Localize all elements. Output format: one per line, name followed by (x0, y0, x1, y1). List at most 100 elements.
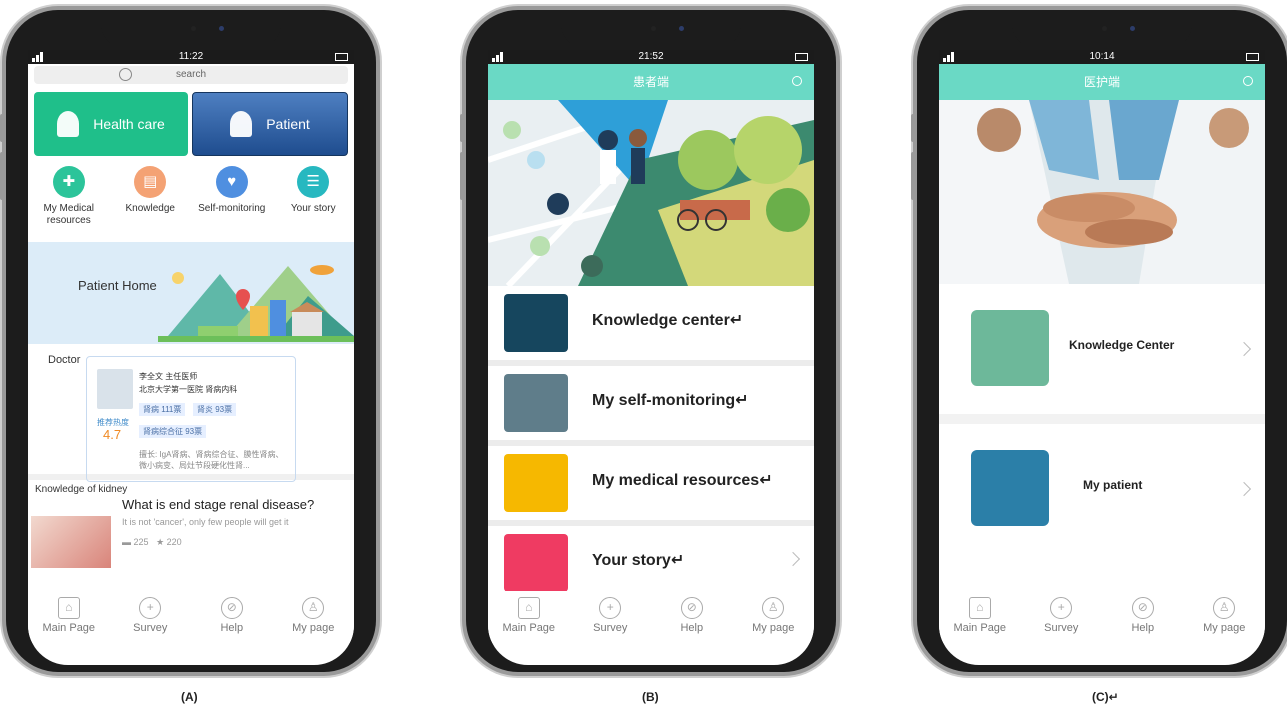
doctor-name-title: 李全文 主任医师 (139, 372, 198, 381)
bottom-nav: ⌂ Main Page + Survey ⊘ Help ♙ My page (488, 591, 814, 643)
nav-label: Main Page (502, 622, 556, 634)
stethoscope-icon (504, 374, 568, 432)
search-icon[interactable] (1243, 76, 1253, 86)
medical-resources-icon: ✚ (52, 166, 85, 198)
feature-label: Self-monitoring (198, 203, 266, 214)
search-icon[interactable] (792, 76, 802, 86)
compass-icon: ⊘ (1131, 597, 1154, 619)
status-time: 21:52 (638, 51, 664, 62)
home-icon: ⌂ (517, 597, 540, 619)
notch (561, 10, 741, 48)
knowledge-center-row[interactable]: Knowledge center↵ (488, 286, 814, 366)
doctor-section-label: Doctor (48, 354, 81, 366)
article-title: What is end stage renal disease? (122, 497, 315, 512)
hearts-icon (504, 534, 568, 592)
nav-help[interactable]: ⊘ Help (1103, 591, 1183, 643)
self-monitoring-row[interactable]: My self-monitoring↵ (488, 366, 814, 446)
article-stats: ▬ 225 ★ 220 (122, 537, 182, 548)
nav-help[interactable]: ⊘ Help (652, 591, 732, 643)
doctor-specialty: 擅长: IgA肾病、肾病综合征、膜性肾病、微小病变、局灶节段硬化性肾... (139, 450, 284, 470)
nav-main-page[interactable]: ⌂ Main Page (29, 591, 109, 643)
nav-label: Help (1131, 622, 1155, 634)
battery-icon (335, 53, 348, 61)
title-bar: 患者端 (488, 64, 814, 100)
status-bar: 11:22 (28, 50, 354, 64)
side-button (0, 114, 4, 142)
battery-icon (795, 53, 808, 61)
comment-count: 225 (133, 537, 149, 547)
knowledge-center-row[interactable]: Knowledge Center (939, 284, 1265, 424)
nav-my-page[interactable]: ♙ My page (733, 591, 813, 643)
star-count: 220 (166, 537, 182, 547)
nav-help[interactable]: ⊘ Help (192, 591, 272, 643)
nav-my-page[interactable]: ♙ My page (273, 591, 353, 643)
chevron-right-icon (1236, 481, 1252, 497)
plus-circle-icon: + (599, 597, 622, 619)
nav-label: Main Page (42, 622, 96, 634)
health-care-button[interactable]: Health care (34, 92, 188, 156)
nav-survey[interactable]: + Survey (110, 591, 190, 643)
nav-survey[interactable]: + Survey (1021, 591, 1101, 643)
page-title: 医护端 (1083, 75, 1120, 89)
article-subtitle: It is not 'cancer', only few people will… (122, 517, 289, 527)
feature-label: Knowledge (125, 203, 175, 214)
phone-a-frame: 11:22 search Health care Patient ✚ My Me… (0, 10, 380, 672)
signal-icon (32, 52, 43, 62)
home-icon: ⌂ (57, 597, 80, 619)
doctor-card[interactable]: 李全文 主任医师 北京大学第一医院 肾病内科 肾病 111票 肾炎 93票 肾病… (86, 356, 296, 482)
nav-label: My page (752, 622, 795, 634)
row-label: Knowledge Center (1069, 338, 1175, 352)
nav-main-page[interactable]: ⌂ Main Page (940, 591, 1020, 643)
nav-my-page[interactable]: ♙ My page (1184, 591, 1264, 643)
graduation-cap-icon (504, 294, 568, 352)
doctor-score: 4.7 (103, 427, 122, 442)
status-time: 10:14 (1089, 51, 1115, 62)
phone-c-frame: 10:14 医护端 Knowledge Center My patient ⌂ … (911, 10, 1287, 672)
side-button (836, 178, 840, 242)
bottom-nav: ⌂ Main Page + Survey ⊘ Help ♙ My page (939, 591, 1265, 643)
patient-label: Patient (266, 116, 310, 132)
nav-label: Survey (133, 622, 168, 634)
knowledge-card[interactable]: Knowledge of kidney What is end stage re… (28, 480, 354, 580)
notch (101, 10, 281, 48)
medical-resources-row[interactable]: My medical resources↵ (488, 446, 814, 526)
feature-knowledge[interactable]: ▤ Knowledge (113, 166, 188, 238)
doctor-avatar (97, 369, 133, 409)
row-label: My patient (1083, 478, 1143, 492)
feature-medical-resources[interactable]: ✚ My Medical resources (31, 166, 106, 238)
nav-main-page[interactable]: ⌂ Main Page (489, 591, 569, 643)
team-hands-illustration (939, 100, 1265, 284)
bottom-nav: ⌂ Main Page + Survey ⊘ Help ♙ My page (28, 591, 354, 643)
signal-icon (492, 52, 503, 62)
plus-circle-icon: + (139, 597, 162, 619)
health-care-label: Health care (93, 116, 165, 132)
patient-hero-illustration (488, 100, 814, 286)
side-button (911, 152, 915, 200)
side-button (460, 114, 464, 142)
medical-team-photo (939, 100, 1265, 284)
phone-a-screen: 11:22 search Health care Patient ✚ My Me… (28, 50, 354, 665)
feature-self-monitoring[interactable]: ♥ Self-monitoring (194, 166, 269, 238)
my-patient-row[interactable]: My patient (939, 424, 1265, 564)
patient-home-banner[interactable]: Patient Home (28, 242, 354, 344)
chevron-right-icon (785, 551, 801, 567)
patient-button[interactable]: Patient (192, 92, 348, 156)
clipboard-icon: ☰ (297, 166, 330, 198)
feature-your-story[interactable]: ☰ Your story (276, 166, 351, 238)
nav-survey[interactable]: + Survey (570, 591, 650, 643)
side-button (460, 152, 464, 200)
user-icon: ♙ (762, 597, 785, 619)
compass-icon: ⊘ (220, 597, 243, 619)
search-input[interactable]: search (34, 66, 348, 84)
page-title: 患者端 (632, 75, 669, 89)
user-icon: ♙ (302, 597, 325, 619)
title-bar: 医护端 (939, 64, 1265, 100)
mountain-city-illustration (158, 265, 354, 342)
search-placeholder: search (175, 69, 206, 80)
plus-circle-icon: + (1050, 597, 1073, 619)
doctor-hospital: 北京大学第一医院 肾病内科 (139, 385, 238, 394)
doctor-tag: 肾病综合征 93票 (139, 425, 207, 438)
phone-b-screen: 21:52 患者端 Knowledge center↵ My self-moni… (488, 50, 814, 665)
park-illustration (488, 100, 814, 286)
doctor-section: Doctor 李全文 主任医师 北京大学第一医院 肾病内科 肾病 111票 肾炎… (28, 344, 354, 482)
